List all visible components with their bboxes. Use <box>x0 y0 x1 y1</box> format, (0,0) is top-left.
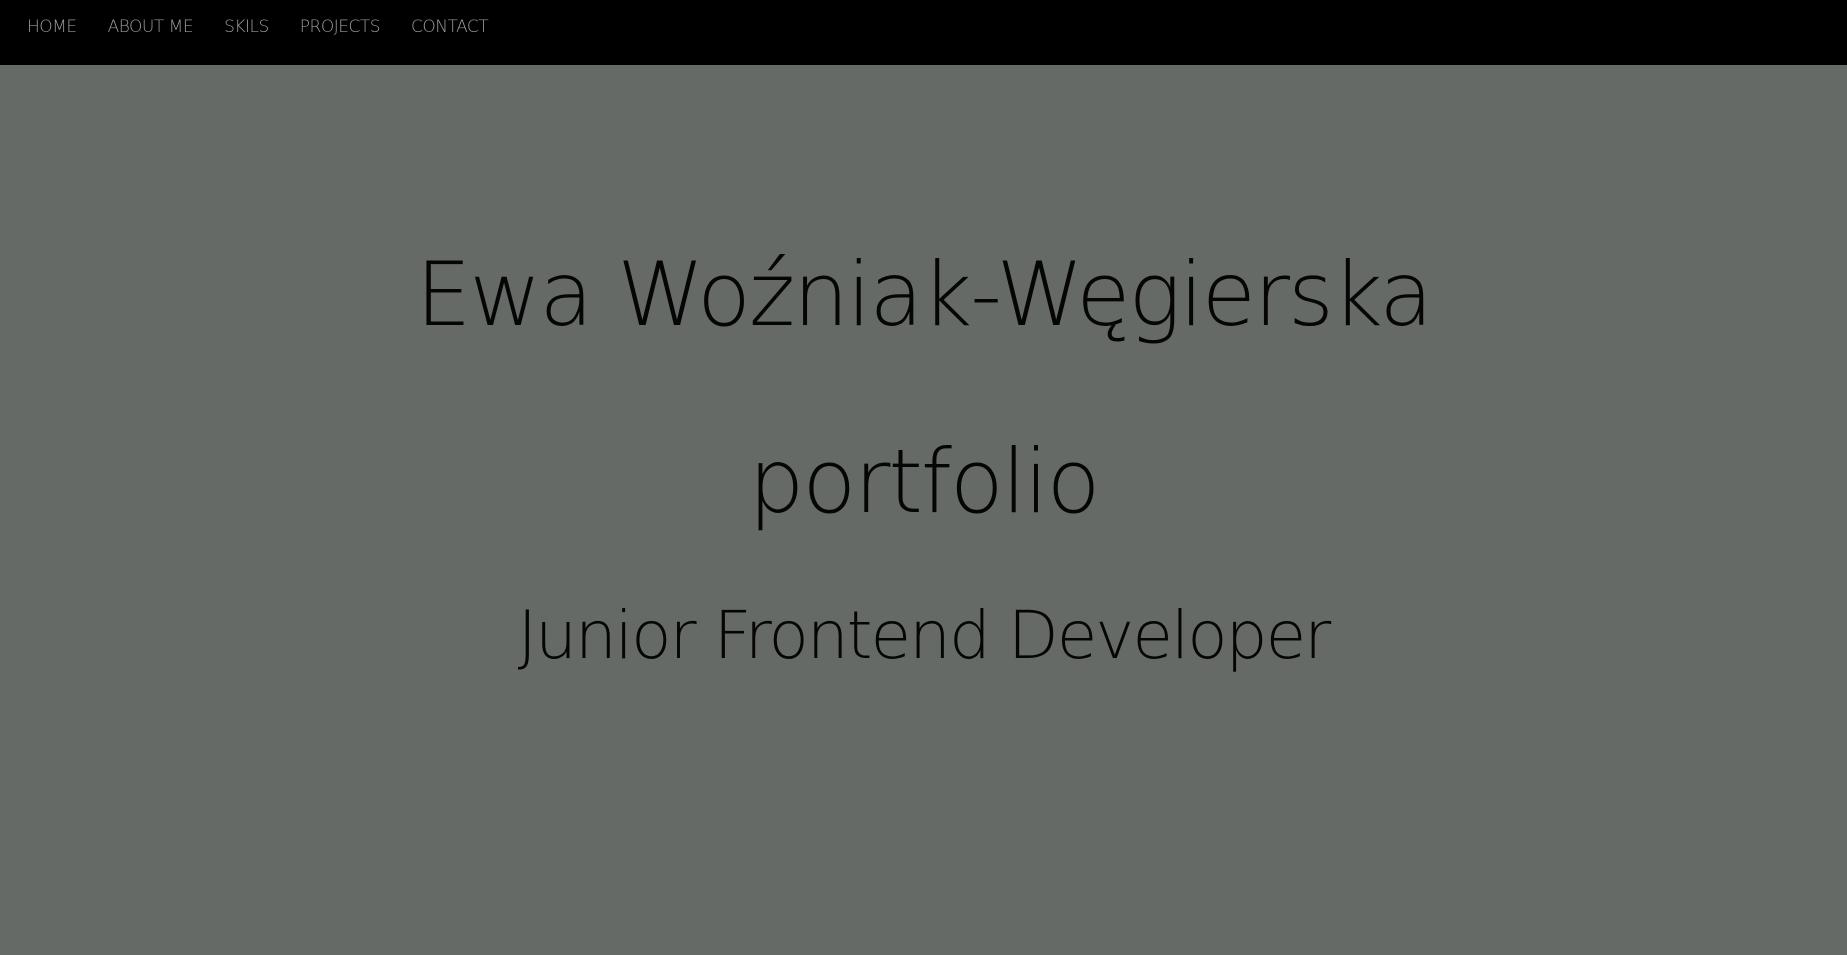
nav-item-contact[interactable]: CONTACT <box>411 17 489 37</box>
nav-item-home[interactable]: HOME <box>27 17 77 37</box>
nav-item-skils[interactable]: SKILS <box>224 17 269 37</box>
hero-portfolio-title: portfolio <box>748 430 1101 533</box>
hero-section: Ewa Woźniak-Węgierska portfolio Junior F… <box>0 65 1847 955</box>
nav-item-about-me[interactable]: ABOUT ME <box>108 17 194 37</box>
nav-list: HOME ABOUT ME SKILS PROJECTS CONTACT <box>0 0 1847 54</box>
nav-item-projects[interactable]: PROJECTS <box>300 17 381 37</box>
hero-role: Junior Frontend Developer <box>517 597 1332 674</box>
hero-name: Ewa Woźniak-Węgierska <box>415 243 1433 346</box>
top-navbar: HOME ABOUT ME SKILS PROJECTS CONTACT <box>0 0 1847 65</box>
